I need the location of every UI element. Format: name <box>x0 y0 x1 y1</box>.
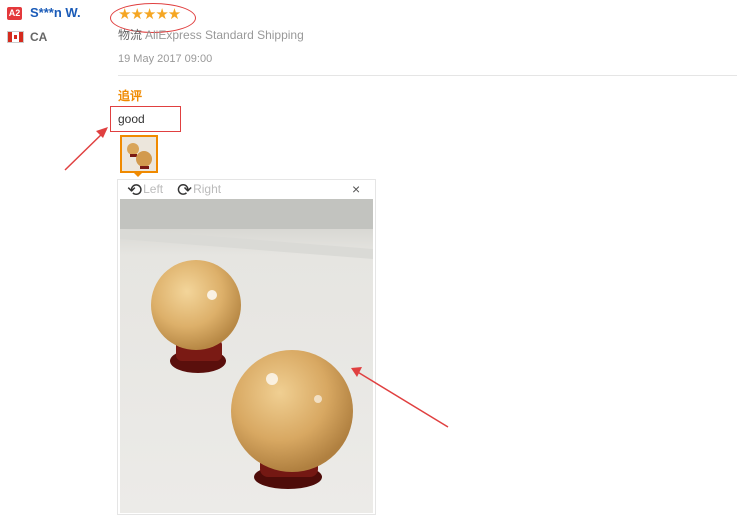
rotate-left-label: Left <box>143 182 164 196</box>
rotate-left-icon: ⟲ <box>127 180 143 200</box>
followup-label: 追评 <box>118 89 143 103</box>
thumbnail-caret <box>133 172 143 177</box>
canada-flag-icon <box>7 31 24 43</box>
shipping-info: 物流 AliExpress Standard Shipping <box>118 26 304 43</box>
rotate-right-icon: ⟳ <box>177 180 193 200</box>
rotate-right-label: Right <box>193 182 222 196</box>
divider <box>118 75 737 76</box>
close-viewer-button[interactable]: × <box>352 181 360 197</box>
thumbnail-image <box>122 137 156 171</box>
rotate-left-button[interactable]: ⟲Left <box>127 180 163 201</box>
shipping-label: 物流 <box>118 28 143 42</box>
review-photo <box>120 199 373 513</box>
feedback-text: good <box>118 112 145 126</box>
shipping-method: AliExpress Standard Shipping <box>145 28 304 42</box>
level-badge: A2 <box>7 7 22 20</box>
rotate-right-button[interactable]: ⟳Right <box>177 180 221 201</box>
reviewer-name[interactable]: S***n W. <box>30 5 81 20</box>
review-photo-thumbnail[interactable] <box>120 135 158 173</box>
reviewer-country: CA <box>30 30 48 44</box>
review-date: 19 May 2017 09:00 <box>118 53 213 65</box>
